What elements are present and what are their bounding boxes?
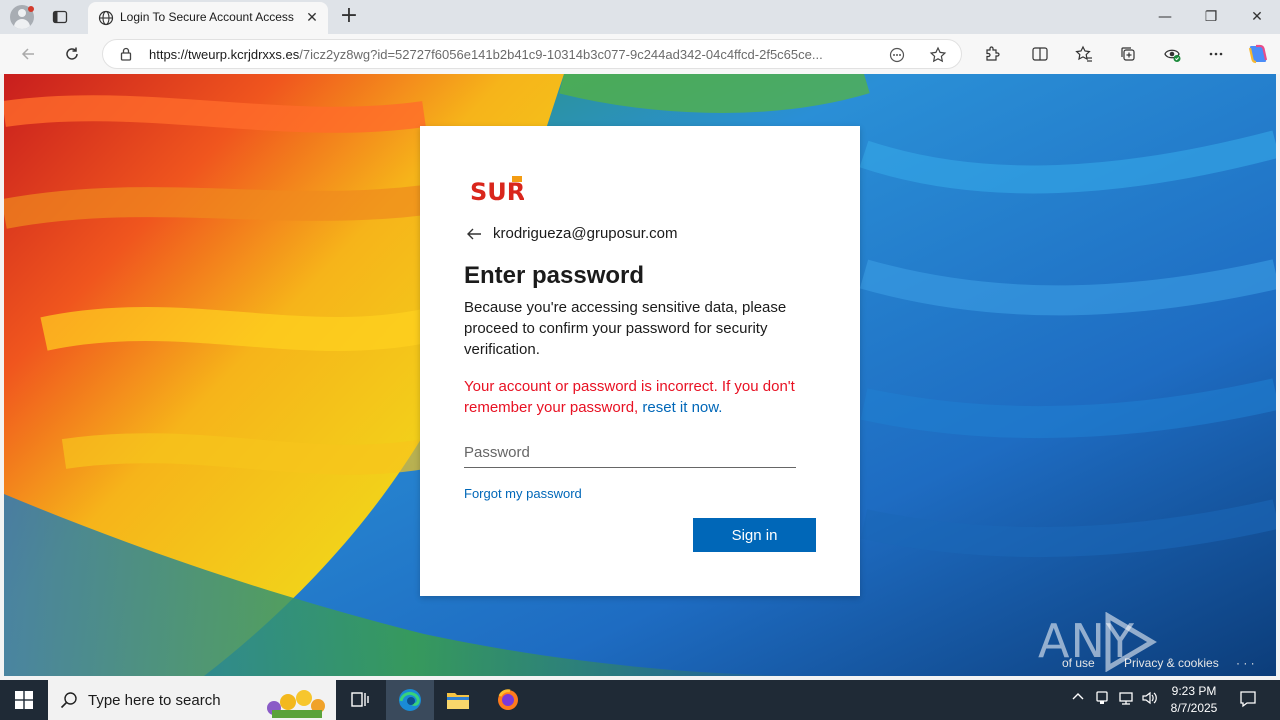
taskbar-search-box[interactable]: Type here to search bbox=[48, 680, 336, 720]
close-tab-icon[interactable]: ✕ bbox=[304, 10, 320, 26]
more-menu-icon[interactable] bbox=[1204, 42, 1228, 66]
search-placeholder: Type here to search bbox=[88, 692, 221, 709]
sign-in-button[interactable]: Sign in bbox=[693, 518, 816, 552]
svg-text:SUR: SUR bbox=[470, 178, 524, 204]
address-bar[interactable]: https://tweurp.kcrjdrxxs.es/7icz2yz8wg?i… bbox=[102, 39, 962, 69]
lock-icon[interactable] bbox=[119, 47, 133, 61]
search-icon bbox=[60, 692, 77, 709]
minimize-button[interactable]: — bbox=[1150, 4, 1180, 30]
restore-button[interactable]: ❐ bbox=[1196, 4, 1226, 30]
split-screen-icon[interactable] bbox=[1028, 42, 1052, 66]
anyrun-watermark: ANYRUN bbox=[1038, 612, 1276, 676]
windows-taskbar: Type here to search 9:23 PM 8/7/2025 bbox=[0, 680, 1280, 720]
reader-mode-icon[interactable] bbox=[889, 47, 905, 63]
windows-start-icon[interactable] bbox=[0, 680, 48, 720]
clock-time: 9:23 PM bbox=[1171, 684, 1217, 698]
volume-icon[interactable] bbox=[1140, 690, 1160, 710]
file-explorer-icon[interactable] bbox=[434, 680, 482, 720]
notification-dot-icon bbox=[28, 6, 34, 12]
description-text: Because you're accessing sensitive data,… bbox=[464, 299, 787, 358]
close-window-button[interactable]: ✕ bbox=[1242, 4, 1272, 30]
notifications-icon[interactable] bbox=[1238, 690, 1258, 710]
refresh-icon[interactable] bbox=[60, 42, 84, 66]
collections-icon[interactable] bbox=[1116, 42, 1140, 66]
url-text[interactable]: https://tweurp.kcrjdrxxs.es/7icz2yz8wg?i… bbox=[149, 47, 879, 62]
browser-toolbar: https://tweurp.kcrjdrxxs.es/7icz2yz8wg?i… bbox=[0, 34, 1280, 74]
password-field[interactable] bbox=[464, 438, 796, 468]
favorites-icon[interactable] bbox=[1072, 42, 1096, 66]
show-hidden-icons-chevron-icon[interactable] bbox=[1068, 690, 1088, 710]
back-arrow-icon[interactable] bbox=[464, 224, 484, 244]
edge-taskbar-icon[interactable] bbox=[386, 680, 434, 720]
new-tab-button[interactable]: + bbox=[338, 5, 360, 28]
page-viewport: SUR krodrigueza@gruposur.com Enter passw… bbox=[4, 74, 1276, 676]
account-identity: krodrigueza@gruposur.com bbox=[493, 225, 678, 242]
browser-title-bar: Login To Secure Account Access ✕ + — ❐ ✕ bbox=[0, 0, 1280, 34]
page-title: Enter password bbox=[464, 262, 645, 289]
firefox-icon[interactable] bbox=[484, 680, 532, 720]
reset-password-link[interactable]: reset it now. bbox=[642, 399, 722, 416]
task-view-icon[interactable] bbox=[336, 680, 384, 720]
tab-title: Login To Secure Account Access bbox=[120, 10, 294, 24]
flowers-search-highlight-icon bbox=[267, 690, 325, 718]
extensions-icon[interactable] bbox=[980, 42, 1004, 66]
favorite-star-icon[interactable] bbox=[929, 46, 947, 64]
clock-date: 8/7/2025 bbox=[1170, 701, 1218, 715]
login-card: SUR krodrigueza@gruposur.com Enter passw… bbox=[420, 126, 860, 596]
error-message: Your account or password is incorrect. I… bbox=[464, 378, 795, 416]
taskbar-clock[interactable]: 9:23 PM 8/7/2025 bbox=[1158, 683, 1230, 717]
browser-essentials-icon[interactable] bbox=[1160, 42, 1184, 66]
back-arrow-icon[interactable] bbox=[16, 42, 40, 66]
forgot-password-link[interactable]: Forgot my password bbox=[464, 486, 582, 501]
device-icon[interactable] bbox=[1092, 690, 1112, 710]
active-tab[interactable]: Login To Secure Account Access ✕ bbox=[88, 2, 328, 34]
play-triangle-icon bbox=[1105, 612, 1157, 672]
globe-icon bbox=[98, 10, 114, 26]
network-icon[interactable] bbox=[1116, 690, 1136, 710]
sur-logo: SUR bbox=[470, 176, 524, 204]
copilot-icon[interactable] bbox=[1246, 42, 1270, 66]
tab-actions-icon[interactable] bbox=[50, 8, 70, 26]
